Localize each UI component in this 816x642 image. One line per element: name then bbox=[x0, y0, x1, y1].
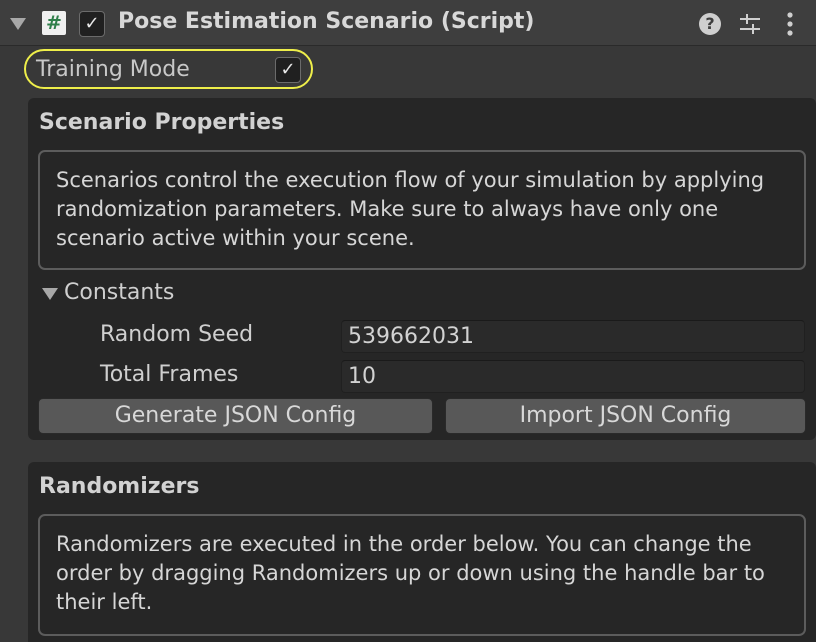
randomizers-panel: Randomizers Randomizers are executed in … bbox=[28, 462, 816, 642]
help-icon[interactable]: ? bbox=[699, 13, 721, 35]
constants-foldout-arrow-icon[interactable] bbox=[42, 288, 58, 300]
scenario-properties-title: Scenario Properties bbox=[39, 110, 285, 135]
inspector-gutter bbox=[0, 46, 28, 642]
training-mode-label: Training Mode bbox=[36, 57, 190, 82]
foldout-arrow-icon[interactable] bbox=[10, 18, 26, 30]
generate-json-config-button[interactable]: Generate JSON Config bbox=[38, 398, 433, 434]
training-mode-checkbox[interactable]: ✓ bbox=[275, 57, 301, 83]
scenario-help-box: Scenarios control the execution flow of … bbox=[38, 150, 806, 270]
training-mode-row: Training Mode ✓ bbox=[24, 49, 313, 89]
total-frames-input[interactable]: 10 bbox=[341, 360, 805, 393]
randomizers-help-box: Randomizers are executed in the order be… bbox=[38, 514, 806, 636]
import-json-config-button[interactable]: Import JSON Config bbox=[445, 398, 806, 434]
preset-icon[interactable] bbox=[738, 12, 762, 36]
total-frames-label: Total Frames bbox=[100, 362, 239, 387]
component-header[interactable]: # ✓ Pose Estimation Scenario (Script) ? bbox=[0, 0, 816, 46]
random-seed-input[interactable]: 539662031 bbox=[341, 320, 805, 353]
component-title: Pose Estimation Scenario (Script) bbox=[118, 9, 535, 34]
component-enabled-checkbox[interactable]: ✓ bbox=[79, 11, 105, 37]
script-icon: # bbox=[42, 11, 66, 35]
randomizers-title: Randomizers bbox=[39, 474, 200, 499]
context-menu-icon[interactable] bbox=[782, 10, 798, 38]
scenario-properties-panel: Scenario Properties Scenarios control th… bbox=[28, 98, 816, 440]
random-seed-label: Random Seed bbox=[100, 322, 254, 347]
constants-foldout-label[interactable]: Constants bbox=[64, 280, 174, 305]
